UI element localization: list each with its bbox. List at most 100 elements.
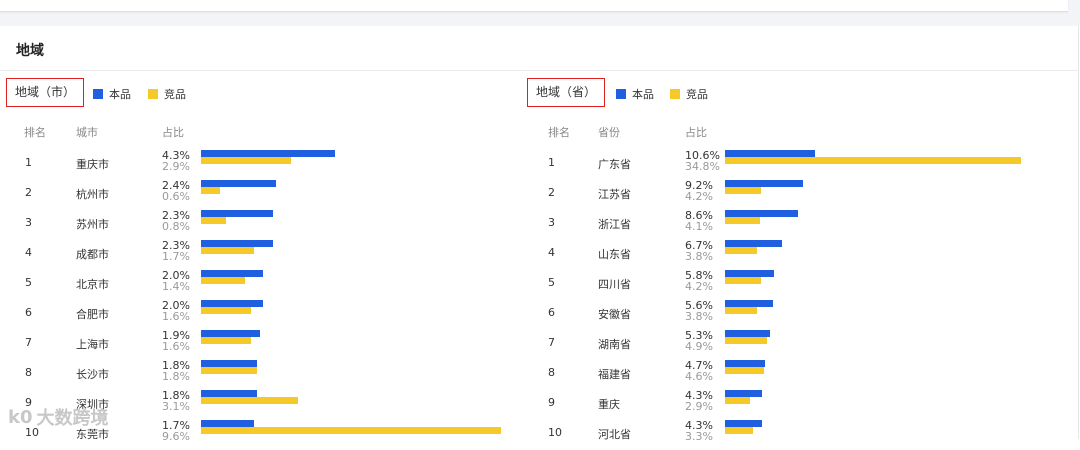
competitor-pct-label: 34.8% [685,160,720,173]
section-title: 地域 [16,43,44,59]
competitor-pct-label: 0.8% [162,220,190,233]
watermark: k0 大数跨境 [8,404,109,430]
own-bar [201,360,257,367]
competitor-bar [201,307,251,314]
competitor-pct-label: 1.7% [162,250,190,263]
name-cell: 安徽省 [598,308,631,321]
own-bar [725,390,762,397]
competitor-bar [725,157,1021,164]
name-cell: 福建省 [598,368,631,381]
table-row: 7 上海市 1.9% 1.6% [6,330,516,360]
legend-competitor: 竞品 [670,86,708,102]
competitor-bar [725,247,757,254]
competitor-pct-label: 4.9% [685,340,713,353]
table-row: 10 河北省 4.3% 3.3% [527,420,1067,450]
own-bar [725,420,762,427]
table-row: 5 北京市 2.0% 1.4% [6,270,516,300]
rank-cell: 4 [548,246,555,259]
rank-cell: 3 [548,216,555,229]
name-cell: 杭州市 [76,188,109,201]
rank-cell: 7 [25,336,32,349]
competitor-bar [725,367,764,374]
competitor-pct-label: 1.8% [162,370,190,383]
name-cell: 河北省 [598,428,631,441]
competitor-pct-label: 0.6% [162,190,190,203]
table-row: 6 合肥市 2.0% 1.6% [6,300,516,330]
own-bar [201,300,263,307]
competitor-bar [725,337,767,344]
rank-cell: 1 [25,156,32,169]
competitor-pct-label: 9.6% [162,430,190,443]
table-row: 4 成都市 2.3% 1.7% [6,240,516,270]
table-row: 1 广东省 10.6% 34.8% [527,150,1067,180]
own-bar [201,240,273,247]
legend-own: 本品 [616,86,654,102]
table-row: 8 福建省 4.7% 4.6% [527,360,1067,390]
table-row: 4 山东省 6.7% 3.8% [527,240,1067,270]
competitor-bar [725,187,761,194]
table-row: 6 安徽省 5.6% 3.8% [527,300,1067,330]
name-cell: 长沙市 [76,368,109,381]
own-bar [725,300,773,307]
legend-own-swatch [93,89,103,99]
rank-cell: 6 [548,306,555,319]
competitor-bar [201,187,220,194]
table-row: 7 湖南省 5.3% 4.9% [527,330,1067,360]
own-bar [201,420,254,427]
rank-cell: 1 [548,156,555,169]
name-cell: 上海市 [76,338,109,351]
table-row: 1 重庆市 4.3% 2.9% [6,150,516,180]
rank-cell: 5 [548,276,555,289]
watermark-logo-icon: k0 [8,406,33,428]
competitor-bar [201,427,501,434]
rank-cell: 2 [25,186,32,199]
rank-cell: 8 [25,366,32,379]
competitor-pct-label: 2.9% [162,160,190,173]
legend-competitor-swatch [148,89,158,99]
competitor-pct-label: 3.3% [685,430,713,443]
legend-own-label: 本品 [109,88,131,101]
own-bar [725,180,803,187]
competitor-pct-label: 3.8% [685,250,713,263]
competitor-pct-label: 4.1% [685,220,713,233]
table-row: 3 苏州市 2.3% 0.8% [6,210,516,240]
col-pct-header: 占比 [162,126,184,139]
rank-cell: 5 [25,276,32,289]
competitor-pct-label: 4.2% [685,280,713,293]
legend-own-swatch [616,89,626,99]
city-region-selector[interactable]: 地域（市） [6,78,85,107]
own-bar [201,210,273,217]
table-row: 9 重庆 4.3% 2.9% [527,390,1067,420]
col-city-header: 城市 [76,126,98,139]
table-row: 3 浙江省 8.6% 4.1% [527,210,1067,240]
rank-cell: 3 [25,216,32,229]
col-rank-header: 排名 [24,126,46,139]
competitor-pct-label: 1.6% [162,310,190,323]
name-cell: 北京市 [76,278,109,291]
competitor-bar [201,337,251,344]
table-row: 5 四川省 5.8% 4.2% [527,270,1067,300]
legend-own: 本品 [93,86,131,102]
name-cell: 重庆 [598,398,620,411]
name-cell: 山东省 [598,248,631,261]
competitor-pct-label: 1.6% [162,340,190,353]
name-cell: 浙江省 [598,218,631,231]
own-bar [725,330,770,337]
own-bar [725,210,798,217]
rank-cell: 9 [548,396,555,409]
competitor-pct-label: 3.8% [685,310,713,323]
competitor-pct-label: 4.6% [685,370,713,383]
competitor-bar [201,277,245,284]
rank-cell: 6 [25,306,32,319]
province-panel-header: 地域（省） 本品 竞品 [527,78,1067,108]
competitor-bar [725,217,760,224]
competitor-bar [725,307,757,314]
own-bar [725,150,815,157]
title-divider [0,70,1079,71]
province-region-selector[interactable]: 地域（省） [527,78,606,107]
col-province-header: 省份 [598,126,620,139]
rank-cell: 8 [548,366,555,379]
own-bar [725,240,782,247]
table-row: 2 杭州市 2.4% 0.6% [6,180,516,210]
name-cell: 四川省 [598,278,631,291]
